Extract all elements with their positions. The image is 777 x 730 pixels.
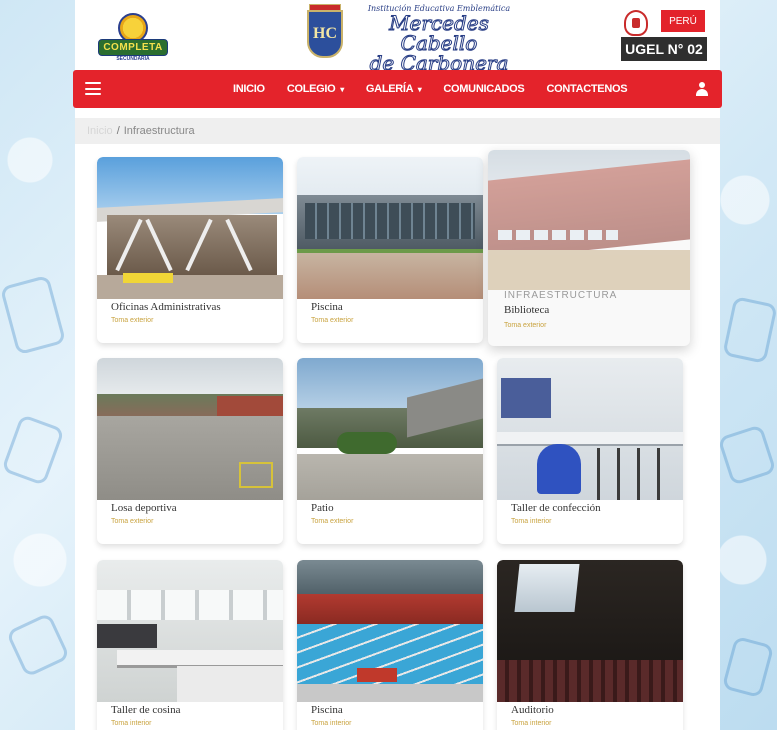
gallery-card-subtitle: Toma exterior [504,322,547,329]
breadcrumb-current: Infraestructura [123,125,195,137]
gallery-card-featured[interactable]: INFRAESTRUCTURA Biblioteca Toma exterior [488,150,690,346]
nav-items: INICIO COLEGIO ▾ GALERÍA ▾ COMUNICADOS C… [233,70,628,108]
gallery-card-title: Taller de confección [511,502,601,514]
gallery-card-subtitle: Toma interior [311,720,352,727]
gallery-photo [297,358,483,500]
gallery-card-title: Patio [311,502,334,514]
nav-item-label: INICIO [233,83,265,95]
gallery-card[interactable]: Taller de confección Toma interior [497,358,683,544]
nav-item-label: GALERÍA [365,83,413,95]
gallery-card[interactable]: Oficinas Administrativas Toma exterior [97,157,283,343]
gallery-card-subtitle: Toma exterior [311,317,354,324]
gallery-card-subtitle: Toma interior [111,720,152,727]
featured-category-label: INFRAESTRUCTURA [504,290,618,301]
gallery-card-title: Auditorio [511,704,554,716]
school-name-line2: Mercedes Cabello [389,11,490,55]
gallery-card[interactable]: Patio Toma exterior [297,358,483,544]
peru-seal-icon [624,10,648,36]
gallery-card-title: Taller de cosina [111,704,181,716]
gallery-photo [297,560,483,702]
nav-item-galeria[interactable]: GALERÍA ▾ [365,83,422,95]
breadcrumb-home-link[interactable]: Inicio [87,125,113,137]
gallery-photo [297,157,483,299]
gallery-card-title: Piscina [311,301,343,313]
gallery-card-subtitle: Toma exterior [111,518,154,525]
gallery-card-subtitle: Toma exterior [311,518,354,525]
gallery-card[interactable]: Piscina Toma interior [297,560,483,730]
school-crest-icon[interactable]: HC [307,10,343,58]
logo-badge: COMPLETA [98,39,168,56]
breadcrumb-separator: / [116,125,120,137]
gallery-card-title: Piscina [311,704,343,716]
main-navbar: INICIO COLEGIO ▾ GALERÍA ▾ COMUNICADOS C… [73,70,722,108]
logo-subtext: SECUNDARIA [116,56,150,62]
nav-item-contactenos[interactable]: CONTACTENOS [546,83,627,95]
nav-item-inicio[interactable]: INICIO [233,83,265,95]
chevron-down-icon: ▾ [417,85,422,94]
gallery-card-subtitle: Toma interior [511,518,552,525]
hamburger-menu-icon[interactable] [85,82,101,95]
gallery-card-title: Oficinas Administrativas [111,301,221,313]
nav-item-comunicados[interactable]: COMUNICADOS [443,83,524,95]
user-icon[interactable] [696,82,708,96]
school-name[interactable]: Institución Educativa Emblemática Merced… [349,4,529,74]
gallery-photo [97,560,283,702]
gallery-photo [488,150,690,346]
site-header: COMPLETA SECUNDARIA HC Institución Educa… [75,0,720,74]
gallery-card[interactable]: Losa deportiva Toma exterior [97,358,283,544]
peru-badge[interactable]: PERÚ [661,10,705,32]
nav-item-label: COMUNICADOS [443,83,525,95]
nav-item-label: COLEGIO [286,83,336,95]
gallery-photo [97,157,283,299]
gallery-card-title: Biblioteca [504,304,550,316]
gallery-card[interactable]: Auditorio Toma interior [497,560,683,730]
chevron-down-icon: ▾ [340,85,344,94]
page-container: COMPLETA SECUNDARIA HC Institución Educa… [73,0,722,730]
ugel-badge[interactable]: UGEL N° 02 [621,37,707,61]
gallery-photo [97,358,283,500]
gallery-card-subtitle: Toma interior [511,720,552,727]
gallery-photo [497,560,683,702]
gallery-photo [497,358,683,500]
breadcrumb: Inicio / Infraestructura [75,118,720,144]
nav-item-colegio[interactable]: COLEGIO ▾ [287,83,344,95]
gallery-card[interactable]: Taller de cosina Toma interior [97,560,283,730]
secondary-logo[interactable]: COMPLETA SECUNDARIA [97,8,169,62]
gallery-card-title: Losa deportiva [111,502,177,514]
nav-item-label: CONTACTENOS [546,83,628,95]
gallery-card[interactable]: Piscina Toma exterior [297,157,483,343]
gallery-card-subtitle: Toma exterior [111,317,154,324]
